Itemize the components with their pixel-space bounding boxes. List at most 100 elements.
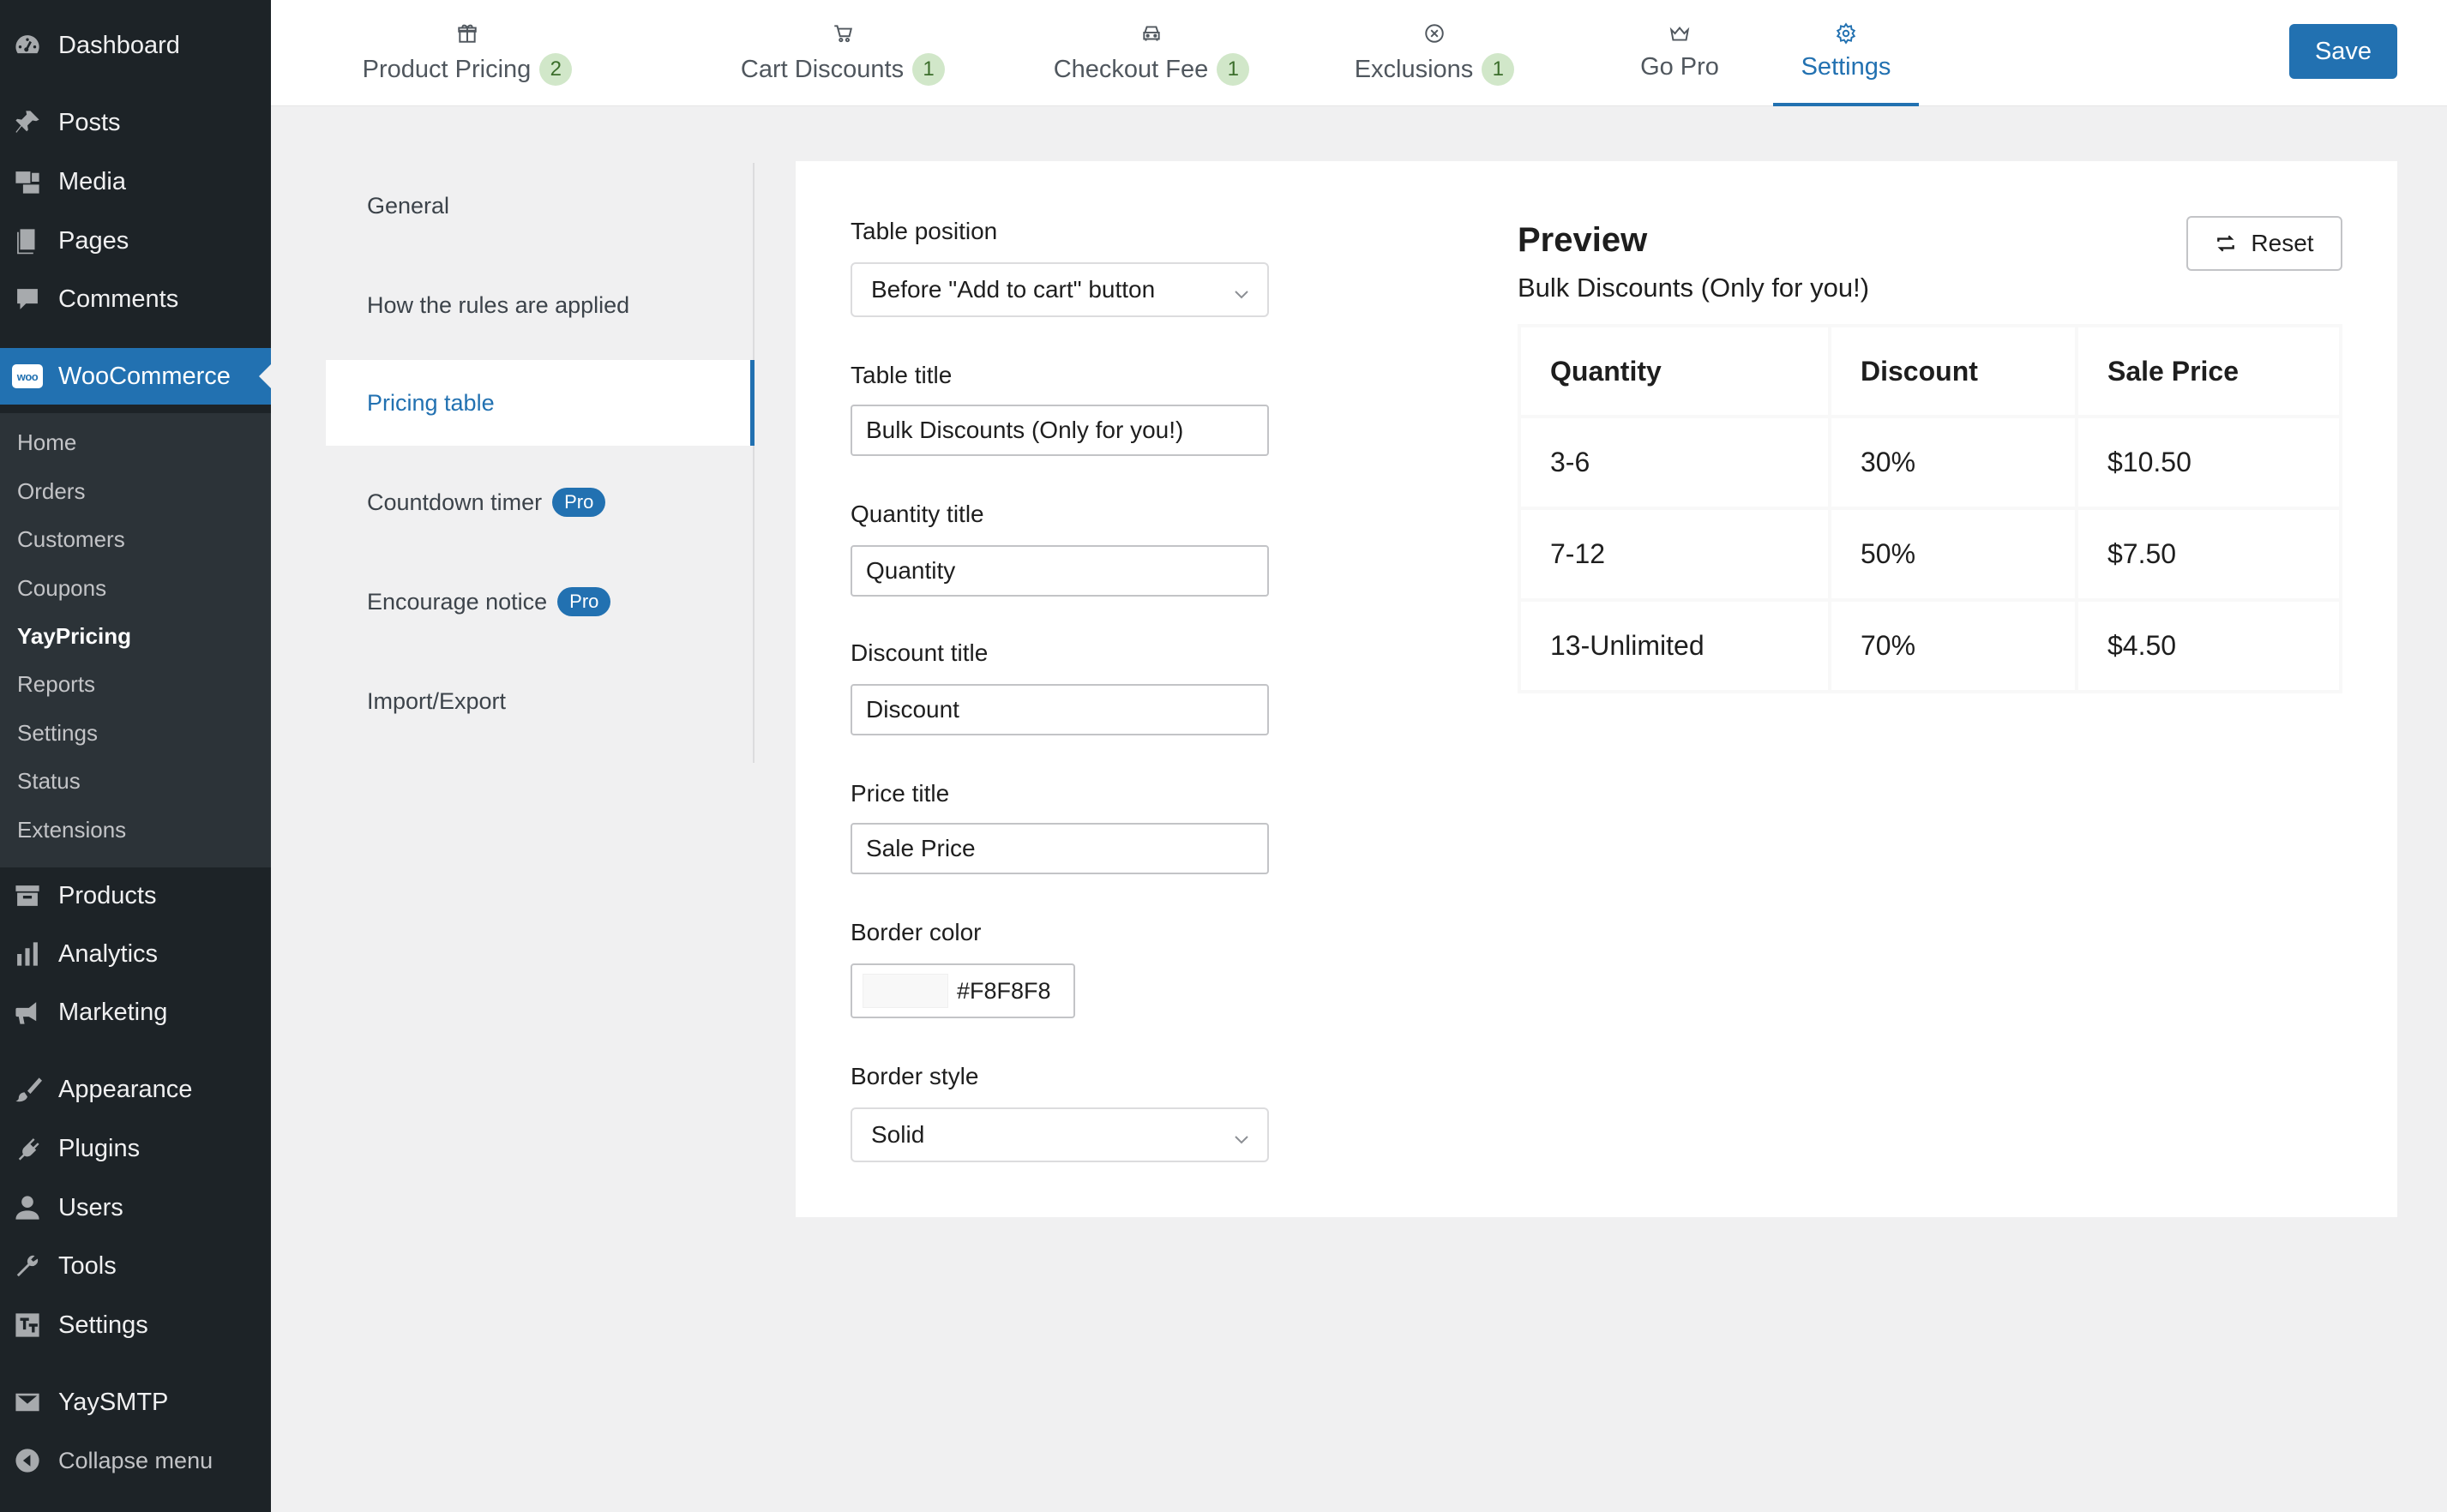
submenu-coupons[interactable]: Coupons bbox=[17, 571, 106, 605]
border-style-label: Border style bbox=[851, 1063, 979, 1089]
collapse-menu-label: Collapse menu bbox=[58, 1447, 213, 1473]
submenu-status[interactable]: Status bbox=[17, 764, 81, 798]
settings-nav-label: Encourage notice bbox=[367, 588, 548, 615]
table-row: 3-6 30% $10.50 bbox=[1518, 415, 2342, 510]
woocommerce-icon: woo bbox=[12, 361, 43, 392]
tab-count-badge: 1 bbox=[1482, 53, 1515, 86]
menu-users-label: Users bbox=[58, 1193, 123, 1221]
menu-comments-label: Comments bbox=[58, 285, 179, 313]
price-title-label: Price title bbox=[851, 780, 950, 807]
pricing-table-panel: Table position Before "Add to cart" butt… bbox=[796, 161, 2397, 1217]
save-button[interactable]: Save bbox=[2289, 24, 2397, 79]
menu-dashboard[interactable]: Dashboard bbox=[0, 17, 271, 74]
repeat-icon bbox=[2217, 235, 2235, 252]
plug-icon bbox=[12, 1133, 43, 1164]
border-style-select[interactable]: Solid bbox=[851, 1107, 1269, 1162]
tab-product-pricing-label: Product Pricing bbox=[362, 55, 532, 83]
preview-title: Preview bbox=[1518, 221, 1648, 259]
menu-appearance[interactable]: Appearance bbox=[0, 1061, 271, 1118]
menu-marketing[interactable]: Marketing bbox=[0, 984, 271, 1041]
tab-cart-discounts-label: Cart Discounts bbox=[740, 55, 905, 83]
table-cell: 3-6 bbox=[1518, 415, 1831, 510]
menu-products-label: Products bbox=[58, 881, 157, 909]
menu-tools[interactable]: Tools bbox=[0, 1238, 271, 1294]
menu-woocommerce[interactable]: woo WooCommerce bbox=[0, 348, 271, 405]
tab-count-badge: 1 bbox=[1217, 53, 1250, 86]
settings-nav-label: General bbox=[367, 192, 450, 219]
settings-nav-general[interactable]: General bbox=[326, 163, 753, 249]
tab-exclusions[interactable]: Exclusions 1 bbox=[1344, 0, 1524, 106]
color-swatch[interactable] bbox=[863, 974, 948, 1008]
discount-title-input[interactable] bbox=[851, 684, 1269, 735]
discount-title-label: Discount title bbox=[851, 639, 989, 666]
cart-icon bbox=[832, 22, 854, 45]
user-icon bbox=[12, 1192, 43, 1223]
settings-nav-label: How the rules are applied bbox=[367, 291, 630, 318]
tab-exclusions-label: Exclusions bbox=[1354, 55, 1474, 83]
tab-checkout-fee[interactable]: Checkout Fee 1 bbox=[1044, 0, 1259, 106]
menu-plugins[interactable]: Plugins bbox=[0, 1120, 271, 1177]
menu-posts[interactable]: Posts bbox=[0, 94, 271, 151]
settings-nav-pricing-table[interactable]: Pricing table bbox=[326, 360, 755, 446]
table-header-row: Quantity Discount Sale Price bbox=[1518, 324, 2342, 418]
table-header-cell: Quantity bbox=[1518, 324, 1831, 418]
table-position-label: Table position bbox=[851, 218, 998, 244]
menu-dashboard-label: Dashboard bbox=[58, 31, 180, 59]
menu-plugins-label: Plugins bbox=[58, 1134, 141, 1162]
submenu-orders[interactable]: Orders bbox=[17, 474, 85, 508]
price-title-input[interactable] bbox=[851, 823, 1269, 874]
menu-pages[interactable]: Pages bbox=[0, 213, 271, 269]
collapse-menu-button[interactable]: Collapse menu bbox=[0, 1432, 271, 1489]
submenu-yaypricing[interactable]: YayPricing bbox=[17, 619, 131, 653]
crown-icon bbox=[1668, 22, 1691, 45]
tab-settings[interactable]: Settings bbox=[1773, 0, 1919, 106]
menu-media-label: Media bbox=[58, 167, 126, 195]
table-row: 13-Unlimited 70% $4.50 bbox=[1518, 598, 2342, 693]
reset-button[interactable]: Reset bbox=[2186, 216, 2342, 271]
tab-checkout-fee-label: Checkout Fee bbox=[1053, 55, 1209, 83]
quantity-title-input[interactable] bbox=[851, 545, 1269, 597]
menu-products[interactable]: Products bbox=[0, 867, 271, 924]
menu-settings[interactable]: Settings bbox=[0, 1297, 271, 1353]
envelope-icon bbox=[12, 1387, 43, 1418]
bar-chart-icon bbox=[12, 939, 43, 969]
settings-nav-rules-applied[interactable]: How the rules are applied bbox=[326, 262, 753, 348]
table-title-input[interactable] bbox=[851, 405, 1269, 456]
table-cell: 7-12 bbox=[1518, 507, 1831, 602]
table-position-select[interactable]: Before "Add to cart" button bbox=[851, 262, 1269, 317]
brush-icon bbox=[12, 1074, 43, 1105]
woocommerce-submenu: Home Orders Customers Coupons YayPricing… bbox=[0, 413, 271, 867]
menu-yaysmtp[interactable]: YaySMTP bbox=[0, 1374, 271, 1431]
settings-nav-label: Countdown timer bbox=[367, 489, 543, 515]
tab-cart-discounts[interactable]: Cart Discounts 1 bbox=[727, 0, 959, 106]
submenu-settings[interactable]: Settings bbox=[17, 716, 98, 750]
x-circle-icon bbox=[1423, 22, 1446, 45]
submenu-customers[interactable]: Customers bbox=[17, 522, 125, 556]
table-cell: $4.50 bbox=[2075, 598, 2342, 693]
submenu-home[interactable]: Home bbox=[17, 425, 76, 459]
submenu-reports[interactable]: Reports bbox=[17, 667, 95, 701]
submenu-extensions[interactable]: Extensions bbox=[17, 813, 126, 847]
menu-comments[interactable]: Comments bbox=[0, 271, 271, 327]
border-color-picker[interactable]: #F8F8F8 bbox=[851, 963, 1075, 1018]
preview-table-title: Bulk Discounts (Only for you!) bbox=[1518, 273, 1870, 303]
settings-nav-encourage-notice[interactable]: Encourage notice Pro bbox=[326, 559, 753, 645]
menu-appearance-label: Appearance bbox=[58, 1075, 193, 1103]
tab-go-pro[interactable]: Go Pro bbox=[1607, 0, 1753, 106]
table-cell: 13-Unlimited bbox=[1518, 598, 1831, 693]
table-row: 7-12 50% $7.50 bbox=[1518, 507, 2342, 602]
menu-analytics-label: Analytics bbox=[58, 939, 159, 968]
settings-nav-import-export[interactable]: Import/Export bbox=[326, 658, 753, 744]
border-style-value: Solid bbox=[871, 1121, 925, 1148]
menu-users[interactable]: Users bbox=[0, 1179, 271, 1236]
table-cell: $7.50 bbox=[2075, 507, 2342, 602]
tab-product-pricing[interactable]: Product Pricing 2 bbox=[352, 0, 583, 106]
tab-count-badge: 2 bbox=[539, 53, 573, 86]
table-cell: 70% bbox=[1828, 598, 2078, 693]
menu-analytics[interactable]: Analytics bbox=[0, 926, 271, 982]
table-header-cell: Discount bbox=[1828, 324, 2078, 418]
menu-media[interactable]: Media bbox=[0, 153, 271, 210]
admin-sidebar: Dashboard Posts Media Pages Comments woo… bbox=[0, 0, 271, 1512]
settings-nav-countdown-timer[interactable]: Countdown timer Pro bbox=[326, 459, 753, 545]
megaphone-icon bbox=[12, 997, 43, 1028]
